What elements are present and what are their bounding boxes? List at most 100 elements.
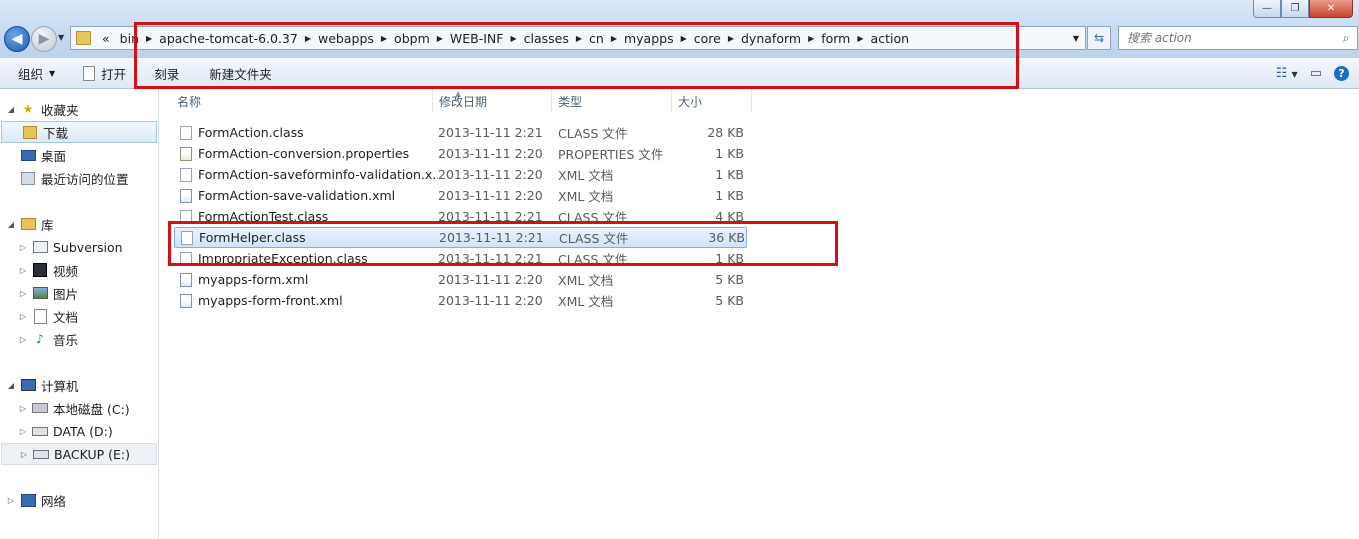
sidebar-item-label: Subversion [53,239,123,255]
file-row[interactable]: FormHelper.class 2013-11-11 2:21 CLASS 文件 3… [174,227,747,248]
sidebar-item-drive-c[interactable]: ▷ 本地磁盘 (C:) [0,397,170,419]
sidebar-item-label: 库 [41,217,54,233]
sidebar-item-drive-d[interactable]: ▷ DATA (D:) [0,420,170,442]
file-row[interactable]: FormActionTest.class 2013-11-11 2:21 CLASS… [174,206,747,227]
sidebar-item-network[interactable]: ▷ 网络 [0,489,158,511]
sidebar-item-recent-places[interactable]: 最近访问的位置 [0,167,158,189]
new-folder-button[interactable]: 新建文件夹 [201,60,280,86]
breadcrumb-segment[interactable]: ▶ form [806,31,855,46]
chevron-right-icon[interactable]: ▶ [144,34,154,43]
search-icon[interactable]: ⌕ [1335,31,1357,46]
chevron-right-icon[interactable]: ▶ [508,34,518,43]
column-header-type[interactable]: 类型 [552,89,672,113]
maximize-button[interactable]: ❐ [1281,0,1309,18]
sidebar-item-drive-e[interactable]: ▷ BACKUP (E:) [1,443,157,465]
file-row[interactable]: FormAction.class 2013-11-11 2:21 CLASS 文件 2… [174,122,747,143]
preview-pane-icon[interactable]: ▭ [1310,66,1322,81]
close-button[interactable]: ✕ [1309,0,1353,18]
breadcrumb-segment[interactable]: ▶ myapps [609,31,679,46]
column-header-size[interactable]: 大小 [672,89,752,113]
back-button[interactable]: ◀ [4,26,30,52]
search-input[interactable] [1119,30,1335,46]
sidebar-item-label: 音乐 [53,332,79,348]
breadcrumb-segment[interactable]: bin [115,31,144,46]
breadcrumb-segment[interactable]: ▶ obpm [379,31,435,46]
sidebar-item-libraries[interactable]: ◢ 库 [0,213,158,235]
breadcrumb-segment[interactable]: ▶ WEB-INF [435,31,509,46]
expand-arrow-icon[interactable]: ▷ [18,427,28,436]
expand-arrow-icon[interactable]: ▷ [18,312,28,321]
chevron-right-icon[interactable]: ▶ [679,34,689,43]
file-row[interactable]: FormAction-save-validation.xml 2013-11-11… [174,185,747,206]
search-box[interactable]: ⌕ [1118,26,1358,50]
navigation-pane: ◢ ★ 收藏夹 下载 桌面 最近访问的位置 ◢ 库 ▷ Subversion ▷… [0,89,159,539]
file-date: 2013-11-11 2:20 [438,167,543,182]
open-label: 打开 [101,66,127,82]
file-row[interactable]: FormAction-saveforminfo-validation.x... 2… [174,164,747,185]
expand-arrow-icon[interactable]: ▷ [18,335,28,344]
sidebar-item-desktop[interactable]: 桌面 [0,144,158,166]
breadcrumb-segment[interactable]: ▶ action [855,31,914,46]
open-button[interactable]: 打开 [75,60,134,86]
file-size: 5 KB [715,293,744,308]
address-overflow-button[interactable]: « [97,31,115,46]
file-name: ImpropriateException.class [198,251,368,266]
organize-button[interactable]: 组织 ▼ [10,60,63,86]
sidebar-item-videos[interactable]: ▷ 视频 [0,259,170,281]
address-bar[interactable]: « bin ▶ apache-tomcat-6.0.37 ▶ webapps ▶ obpm ▶… [70,26,1086,50]
film-icon [32,263,48,277]
breadcrumb-segment[interactable]: ▶ classes [508,31,573,46]
refresh-button[interactable]: ⇆ [1087,26,1111,50]
forward-button[interactable]: ▶ [31,26,57,52]
file-date: 2013-11-11 2:21 [438,125,543,140]
chevron-right-icon[interactable]: ▶ [303,34,313,43]
burn-button[interactable]: 刻录 [146,60,187,86]
minimize-button[interactable]: — [1253,0,1281,18]
breadcrumb-segment[interactable]: ▶ core [679,31,726,46]
chevron-right-icon[interactable]: ▶ [609,34,619,43]
sidebar-item-documents[interactable]: ▷ 文档 [0,305,170,327]
sidebar-item-computer[interactable]: ◢ 计算机 [0,374,158,396]
chevron-right-icon[interactable]: ▶ [574,34,584,43]
column-header-name[interactable]: 名称 [171,89,433,113]
expand-arrow-icon[interactable]: ▷ [18,404,28,413]
column-header-date[interactable]: 修改日期 [433,89,552,113]
breadcrumb-segment[interactable]: ▶ webapps [303,31,379,46]
expand-arrow-icon[interactable]: ▷ [18,243,28,252]
chevron-right-icon[interactable]: ▶ [806,34,816,43]
address-dropdown-icon[interactable]: ▼ [1067,34,1085,43]
chevron-right-icon[interactable]: ▶ [379,34,389,43]
expand-arrow-icon[interactable]: ◢ [6,105,16,114]
file-row[interactable]: FormAction-conversion.properties 2013-11-… [174,143,747,164]
expand-arrow-icon[interactable]: ◢ [6,220,16,229]
file-row[interactable]: myapps-form.xml 2013-11-11 2:20 XML 文档 5 KB [174,269,747,290]
file-row[interactable]: ImpropriateException.class 2013-11-11 2:2… [174,248,747,269]
sidebar-item-favorites[interactable]: ◢ ★ 收藏夹 [0,98,158,120]
breadcrumb-segment[interactable]: ▶ cn [574,31,609,46]
sidebar-item-label: 网络 [41,493,67,509]
organize-label: 组织 [18,66,44,82]
recent-pages-dropdown-icon[interactable]: ▼ [58,33,64,42]
view-options-icon[interactable]: ☷ ▼ [1276,66,1298,81]
chevron-right-icon[interactable]: ▶ [435,34,445,43]
back-arrow-icon: ◀ [11,31,23,47]
sidebar-item-music[interactable]: ▷ ♪ 音乐 [0,328,170,350]
sidebar-item-pictures[interactable]: ▷ 图片 [0,282,170,304]
help-icon[interactable]: ? [1334,65,1349,81]
file-row[interactable]: myapps-form-front.xml 2013-11-11 2:20 XML … [174,290,747,311]
expand-arrow-icon[interactable]: ▷ [18,289,28,298]
expand-arrow-icon[interactable]: ▷ [6,496,16,505]
expand-arrow-icon[interactable]: ◢ [6,381,16,390]
sidebar-item-downloads[interactable]: 下载 [1,121,157,143]
chevron-right-icon[interactable]: ▶ [726,34,736,43]
document-icon [32,308,48,324]
file-type: CLASS 文件 [558,126,628,141]
sidebar-item-subversion[interactable]: ▷ Subversion [0,236,170,258]
breadcrumb-segment[interactable]: ▶ dynaform [726,31,806,46]
breadcrumb-segment[interactable]: ▶ apache-tomcat-6.0.37 [144,31,303,46]
file-type: XML 文档 [558,189,614,204]
command-bar: 组织 ▼ 打开 刻录 新建文件夹 ☷ ▼ ▭ ? [0,58,1359,89]
expand-arrow-icon[interactable]: ▷ [19,450,29,459]
chevron-right-icon[interactable]: ▶ [855,34,865,43]
expand-arrow-icon[interactable]: ▷ [18,266,28,275]
